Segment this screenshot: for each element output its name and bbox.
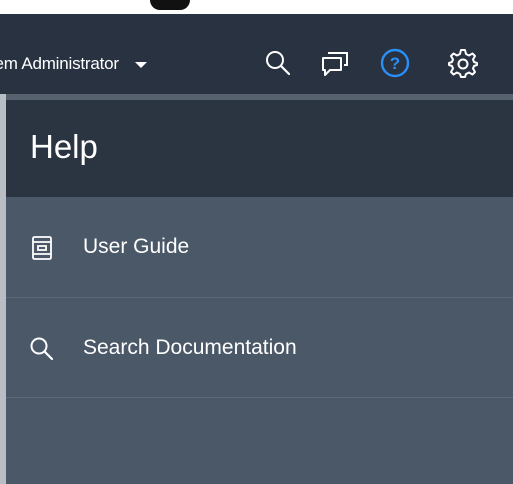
help-panel-header: Help <box>6 100 513 197</box>
menu-item-user-guide[interactable]: User Guide <box>6 197 513 297</box>
menu-item-search-documentation[interactable]: Search Documentation <box>6 298 513 398</box>
book-icon <box>28 234 56 262</box>
panel-title: Help <box>30 128 98 165</box>
gear-icon[interactable] <box>446 46 480 80</box>
search-documentation-label: Search Documentation <box>83 336 297 359</box>
cropped-shape <box>150 0 190 10</box>
user-guide-label: User Guide <box>83 235 190 258</box>
chat-icon[interactable] <box>318 46 352 80</box>
svg-text:?: ? <box>390 54 400 73</box>
chevron-down-icon <box>134 62 147 68</box>
user-name: tem Administrator <box>0 54 119 73</box>
top-header: tem Administrator ? <box>0 14 513 94</box>
search-icon[interactable] <box>261 46 295 80</box>
divider <box>6 397 513 398</box>
user-menu[interactable]: tem Administrator <box>0 44 147 84</box>
search-icon <box>28 335 56 363</box>
help-icon[interactable]: ? <box>378 46 412 80</box>
top-strip <box>0 0 513 14</box>
